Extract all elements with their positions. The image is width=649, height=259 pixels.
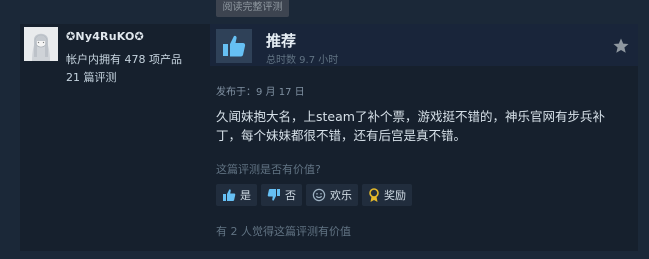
vote-no-label: 否 xyxy=(285,189,296,202)
review-body: 久闻妹抱大名，上steam了补个票，游戏挺不错的，神乐官网有步兵补丁，每个妹妹都… xyxy=(216,109,605,143)
vote-funny-button[interactable]: 欢乐 xyxy=(306,184,358,206)
award-label: 奖励 xyxy=(384,189,406,202)
read-full-review-tooltip[interactable]: 阅读完整评测 xyxy=(216,0,289,17)
posted-date: 发布于：9 月 17 日 xyxy=(216,87,305,98)
thumbs-up-icon xyxy=(216,29,252,63)
playtime: 总时数 9.7 小时 xyxy=(266,55,339,66)
review-card: ✪Ny4RuKO✪ 帐户内拥有 478 项产品 21 篇评测 推荐 总时数 9.… xyxy=(20,24,638,251)
avatar-image xyxy=(24,27,58,61)
vote-header[interactable]: 推荐 总时数 9.7 小时 xyxy=(210,24,638,66)
vote-yes-label: 是 xyxy=(240,189,251,202)
vote-actions: 是 否 欢乐 奖励 xyxy=(216,184,412,206)
star-icon[interactable] xyxy=(612,37,630,55)
products-owned[interactable]: 帐户内拥有 478 项产品 xyxy=(66,51,182,67)
helpful-count: 有 2 人觉得这篇评测有价值 xyxy=(216,225,351,238)
award-icon xyxy=(368,187,380,203)
author-name[interactable]: ✪Ny4RuKO✪ xyxy=(66,30,144,43)
vote-yes-button[interactable]: 是 xyxy=(216,184,257,206)
thumbs-down-icon xyxy=(267,188,281,202)
review-panel: 推荐 总时数 9.7 小时 发布于：9 月 17 日 久闻妹抱大名，上steam… xyxy=(210,24,638,251)
thumbs-up-icon xyxy=(222,188,236,202)
avatar[interactable] xyxy=(24,27,58,61)
review-count[interactable]: 21 篇评测 xyxy=(66,69,117,85)
vote-no-button[interactable]: 否 xyxy=(261,184,302,206)
vote-funny-label: 欢乐 xyxy=(330,189,352,202)
award-button[interactable]: 奖励 xyxy=(362,184,412,206)
smiley-icon xyxy=(312,188,326,202)
helpful-question: 这篇评测是否有价值? xyxy=(216,163,321,176)
author-panel: ✪Ny4RuKO✪ 帐户内拥有 478 项产品 21 篇评测 xyxy=(20,24,210,251)
recommendation-title: 推荐 xyxy=(266,32,297,50)
